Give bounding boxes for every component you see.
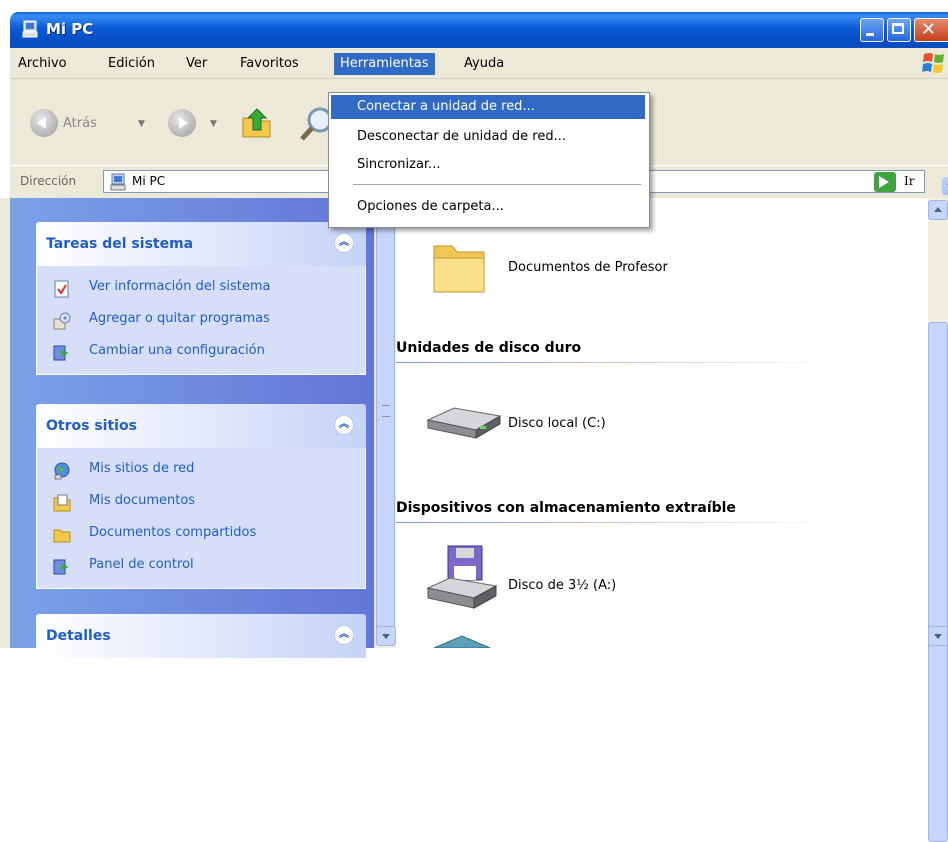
system-tasks-panel: Tareas del sistema ︽ Ver información del… [36,222,366,375]
tools-menu: Conectar a unidad de red... Desconectar … [328,92,650,228]
windows-logo-icon [922,53,944,73]
forward-button[interactable] [168,109,196,137]
title-bar[interactable]: Mi PC ✕ [10,12,948,48]
details-title: Detalles [46,628,111,644]
cd-drive-icon[interactable] [432,634,492,648]
section-divider [396,522,836,523]
system-tasks-body: Ver información del sistema Agregar o qu… [36,266,366,375]
scroll-down-button[interactable] [928,626,948,646]
details-panel: Detalles ︽ [36,614,366,658]
folder-icon[interactable] [432,238,488,296]
address-value: Mi PC [132,174,166,188]
task-pane: Tareas del sistema ︽ Ver información del… [10,198,374,658]
minimize-button[interactable] [860,18,884,42]
file-view: Documentos de Profesor Unidades de disco… [396,198,928,648]
my-computer-icon [110,173,126,191]
address-dropdown-button[interactable] [942,177,948,195]
collapse-chevron-icon[interactable]: ︽ [334,625,354,645]
other-places-body: Mis sitios de red Mis documentos Documen… [36,448,366,589]
collapse-chevron-icon[interactable]: ︽ [334,233,354,253]
menu-separator [353,184,641,185]
back-history-dropdown-icon[interactable]: ▼ [138,119,145,129]
menu-ver[interactable]: Ver [180,53,213,75]
window-title: Mi PC [46,20,94,38]
menu-edicion[interactable]: Edición [102,53,161,75]
task-add-remove-programs[interactable]: Agregar o quitar programas [37,304,365,336]
collapse-chevron-icon[interactable]: ︽ [334,415,354,435]
network-places-icon [54,462,70,480]
scrollbar-thumb[interactable] [928,322,948,842]
task-pane-scrollbar[interactable] [374,198,397,648]
place-control-panel[interactable]: Panel de control [37,550,365,582]
menu-item-map-network-drive[interactable]: Conectar a unidad de red... [331,95,645,119]
scrollbar-grip-icon [382,405,390,417]
other-places-panel: Otros sitios ︽ Mis sitios de red Mis doc… [36,404,366,589]
shared-folder-icon [53,529,71,543]
back-label: Atrás [63,116,97,131]
place-label: Mis sitios de red [89,461,195,476]
task-label: Agregar o quitar programas [89,311,270,326]
control-panel-icon [53,345,69,361]
place-label: Panel de control [89,557,194,572]
task-label: Ver información del sistema [89,279,271,294]
go-button-label[interactable]: Ir [904,174,914,188]
scrollbar-thumb[interactable] [376,224,395,634]
task-view-system-info[interactable]: Ver información del sistema [37,272,365,304]
forward-history-dropdown-icon[interactable]: ▼ [210,119,217,129]
floppy-drive-icon[interactable] [426,544,498,614]
place-my-documents[interactable]: Mis documentos [37,486,365,518]
address-label: Dirección [20,174,77,188]
file-view-scrollbar[interactable] [928,198,948,842]
folder-up-icon[interactable] [240,106,274,140]
menu-archivo[interactable]: Archivo [12,53,73,75]
menu-favoritos[interactable]: Favoritos [234,53,305,75]
system-tasks-header[interactable]: Tareas del sistema ︽ [36,222,366,266]
system-info-icon [54,280,69,298]
details-header[interactable]: Detalles ︽ [36,614,366,658]
folder-item-label[interactable]: Documentos de Profesor [508,260,668,275]
removable-heading: Dispositivos con almacenamiento extraíbl… [396,500,736,516]
system-tasks-title: Tareas del sistema [46,236,194,252]
hard-drives-heading: Unidades de disco duro [396,340,582,356]
menu-herramientas[interactable]: Herramientas [334,53,435,75]
menu-bar: Archivo Edición Ver Favoritos Herramient… [10,48,948,79]
drive-c-label[interactable]: Disco local (C:) [508,416,606,431]
my-computer-icon [22,20,38,38]
window-left-edge [0,198,10,648]
menu-item-disconnect-network-drive[interactable]: Desconectar de unidad de red... [331,125,645,149]
menu-item-synchronize[interactable]: Sincronizar... [331,153,645,177]
control-panel-icon [53,559,69,575]
place-shared-documents[interactable]: Documentos compartidos [37,518,365,550]
close-button[interactable]: ✕ [914,18,948,42]
menu-ayuda[interactable]: Ayuda [458,53,510,75]
task-label: Cambiar una configuración [89,343,265,358]
scroll-down-button[interactable] [376,626,396,646]
drive-a-label[interactable]: Disco de 3½ (A:) [508,578,616,593]
menu-item-folder-options[interactable]: Opciones de carpeta... [331,195,645,219]
back-button[interactable] [30,109,58,137]
add-remove-programs-icon [53,312,71,330]
section-divider [396,362,836,363]
hard-disk-icon[interactable] [424,402,504,442]
other-places-header[interactable]: Otros sitios ︽ [36,404,366,448]
my-documents-icon [53,494,71,512]
place-label: Documentos compartidos [89,525,257,540]
maximize-button[interactable] [887,18,911,42]
place-network[interactable]: Mis sitios de red [37,454,365,486]
place-label: Mis documentos [89,493,196,508]
close-icon: ✕ [921,19,937,40]
go-arrow-icon[interactable] [874,172,896,192]
task-change-setting[interactable]: Cambiar una configuración [37,336,365,368]
scroll-up-button[interactable] [928,200,948,220]
other-places-title: Otros sitios [46,418,137,434]
